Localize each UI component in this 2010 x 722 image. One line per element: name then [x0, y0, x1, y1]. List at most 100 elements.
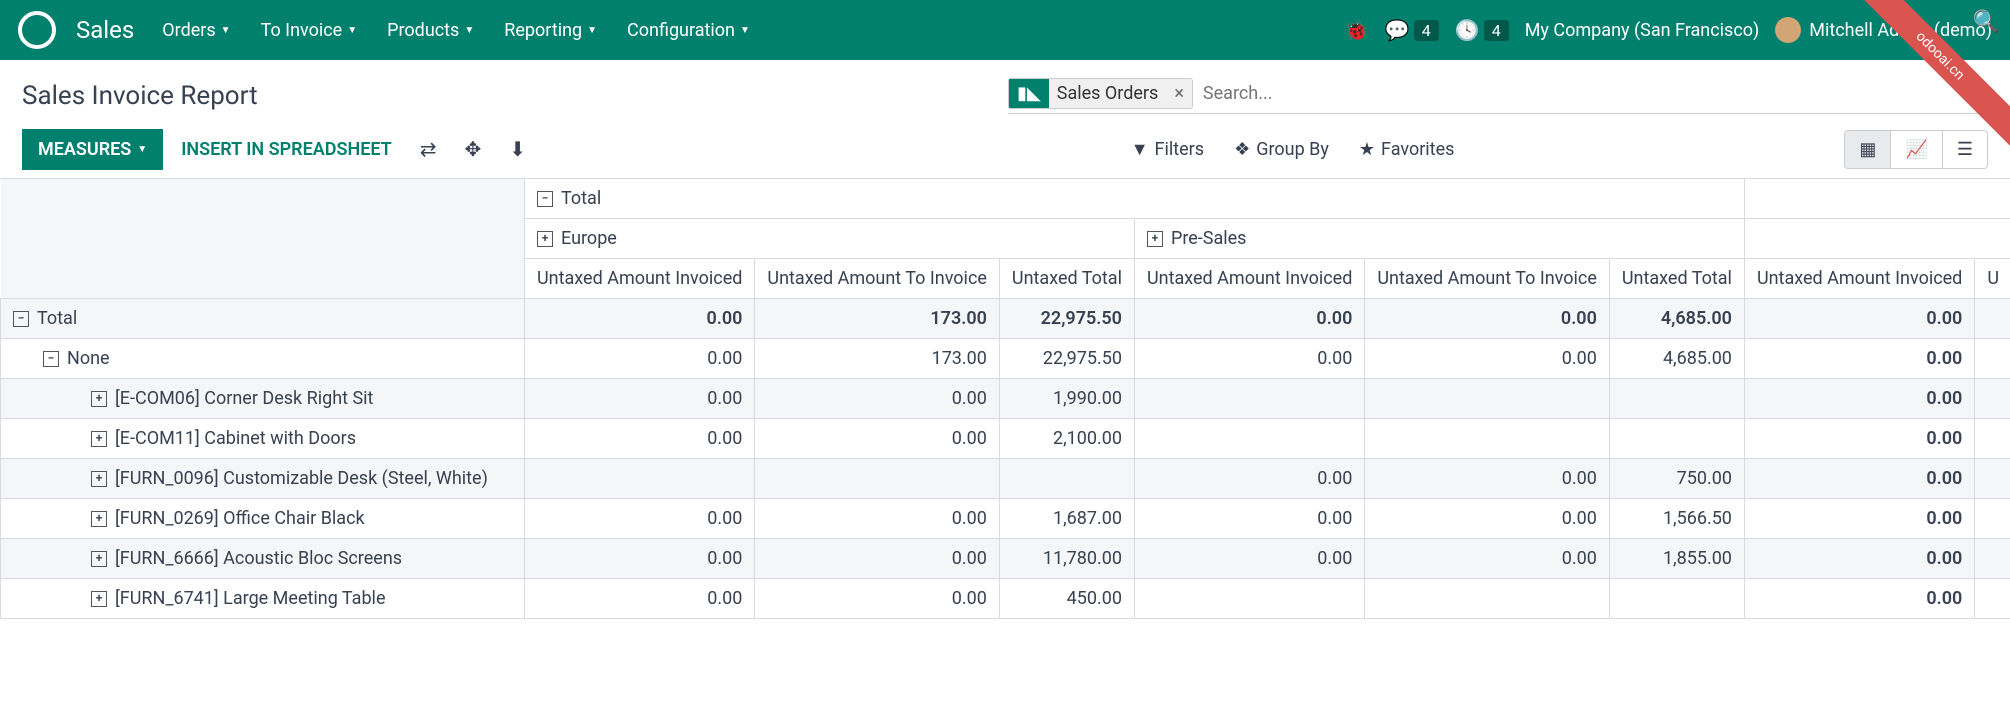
collapse-icon[interactable]: − — [13, 311, 29, 327]
measure-header[interactable]: Untaxed Amount Invoiced — [525, 259, 755, 299]
bug-icon[interactable]: 🐞 — [1344, 18, 1369, 42]
measure-header[interactable]: Untaxed Amount Invoiced — [1744, 259, 1974, 299]
expand-icon[interactable]: + — [91, 551, 107, 567]
row-header[interactable]: +[FURN_0096] Customizable Desk (Steel, W… — [1, 459, 525, 499]
measure-header[interactable]: Untaxed Total — [999, 259, 1134, 299]
activities-badge: 4 — [1484, 20, 1509, 41]
expand-icon[interactable]: + — [91, 471, 107, 487]
pivot-cell: 4,685.00 — [1609, 299, 1744, 339]
pivot-cell — [1134, 379, 1364, 419]
collapse-icon[interactable]: − — [537, 191, 553, 207]
pivot-cell: 0.00 — [525, 339, 755, 379]
pivot-cell: 0.00 — [525, 379, 755, 419]
row-header[interactable]: +[FURN_0269] Office Chair Black — [1, 499, 525, 539]
pivot-cell: 0.00 — [1134, 339, 1364, 379]
list-view-button[interactable]: ☰ — [1943, 131, 1987, 168]
row-header[interactable]: +[FURN_6666] Acoustic Bloc Screens — [1, 539, 525, 579]
star-icon: ★ — [1359, 139, 1375, 160]
favorites-button[interactable]: ★Favorites — [1359, 139, 1455, 160]
expand-icon[interactable]: + — [537, 231, 553, 247]
row-header[interactable]: −None — [1, 339, 525, 379]
col-extra — [1744, 179, 2010, 219]
activities-icon[interactable]: 🕓4 — [1455, 18, 1509, 42]
pivot-cell — [1609, 379, 1744, 419]
pivot-cell — [1134, 419, 1364, 459]
insert-spreadsheet-button[interactable]: INSERT IN SPREADSHEET — [181, 139, 392, 160]
pivot-cell — [1365, 419, 1610, 459]
measure-header[interactable]: Untaxed Amount Invoiced — [1134, 259, 1364, 299]
col-total[interactable]: −Total — [525, 179, 1745, 219]
measure-header[interactable]: Untaxed Amount To Invoice — [1365, 259, 1610, 299]
pivot-cell: 0.00 — [1744, 419, 1974, 459]
app-logo[interactable] — [18, 11, 56, 49]
pivot-table-wrap: −Total +Europe +Pre-Sales Untaxed Amount… — [0, 178, 2010, 619]
pivot-cell — [755, 459, 1000, 499]
pivot-cell: 0.00 — [1134, 499, 1364, 539]
row-header[interactable]: −Total — [1, 299, 525, 339]
row-header[interactable]: +[FURN_6741] Large Meeting Table — [1, 579, 525, 619]
pivot-cell — [1365, 579, 1610, 619]
pivot-cell: 0.00 — [1365, 539, 1610, 579]
pivot-view-button[interactable]: ▦ — [1845, 131, 1891, 168]
expand-icon[interactable]: + — [91, 591, 107, 607]
collapse-icon[interactable]: − — [43, 351, 59, 367]
pivot-cell: 0.00 — [525, 499, 755, 539]
pivot-cell: 173.00 — [755, 299, 1000, 339]
company-switcher[interactable]: My Company (San Francisco) — [1525, 20, 1760, 41]
expand-icon[interactable]: + — [1147, 231, 1163, 247]
funnel-icon: ▼ — [1131, 139, 1149, 160]
messages-icon[interactable]: 💬4 — [1385, 18, 1439, 42]
search-input[interactable] — [1203, 83, 1988, 104]
user-menu[interactable]: Mitchell Admin (demo) — [1775, 17, 1992, 43]
flip-axis-icon[interactable]: ⇄ — [420, 137, 437, 161]
pivot-cell: 0.00 — [525, 419, 755, 459]
expand-icon[interactable]: + — [91, 431, 107, 447]
pivot-cell: 22,975.50 — [999, 339, 1134, 379]
filter-icon: ▮◣ — [1009, 79, 1049, 108]
pivot-cell: 11,780.00 — [999, 539, 1134, 579]
pivot-cell: 0.00 — [1744, 539, 1974, 579]
measure-header-cut: U — [1975, 259, 2010, 299]
search-bar[interactable]: ▮◣ Sales Orders × — [1008, 78, 1988, 114]
pivot-cell — [1609, 579, 1744, 619]
col-group-europe[interactable]: +Europe — [525, 219, 1135, 259]
pivot-cell: 0.00 — [1365, 339, 1610, 379]
pivot-cell — [999, 459, 1134, 499]
measures-button[interactable]: MEASURES ▼ — [22, 129, 163, 170]
pivot-cell — [1365, 379, 1610, 419]
pivot-cell: 2,100.00 — [999, 419, 1134, 459]
graph-view-button[interactable]: 📈 — [1891, 131, 1942, 168]
groupby-button[interactable]: ❖Group By — [1234, 139, 1329, 160]
pivot-cell: 0.00 — [1744, 459, 1974, 499]
nav-products[interactable]: Products▼ — [387, 20, 474, 41]
pivot-cell: 0.00 — [1744, 499, 1974, 539]
col-group-presales[interactable]: +Pre-Sales — [1134, 219, 1744, 259]
search-icon[interactable]: 🔍 — [1973, 10, 2000, 35]
pivot-cell: 4,685.00 — [1609, 339, 1744, 379]
app-name[interactable]: Sales — [76, 16, 134, 44]
nav-configuration[interactable]: Configuration▼ — [627, 20, 750, 41]
nav-orders[interactable]: Orders▼ — [162, 20, 230, 41]
pivot-corner — [1, 179, 525, 299]
pivot-cell: 1,566.50 — [1609, 499, 1744, 539]
expand-all-icon[interactable]: ✥ — [465, 137, 482, 161]
filter-tag-remove[interactable]: × — [1166, 81, 1192, 106]
measure-header[interactable]: Untaxed Amount To Invoice — [755, 259, 1000, 299]
expand-icon[interactable]: + — [91, 511, 107, 527]
expand-icon[interactable]: + — [91, 391, 107, 407]
pivot-cell: 0.00 — [1134, 299, 1364, 339]
pivot-cell: 0.00 — [1365, 499, 1610, 539]
nav-to-invoice[interactable]: To Invoice▼ — [261, 20, 358, 41]
row-header[interactable]: +[E-COM11] Cabinet with Doors — [1, 419, 525, 459]
row-header[interactable]: +[E-COM06] Corner Desk Right Sit — [1, 379, 525, 419]
pivot-cell: 0.00 — [755, 579, 1000, 619]
pivot-table: −Total +Europe +Pre-Sales Untaxed Amount… — [0, 179, 2010, 619]
filters-button[interactable]: ▼Filters — [1131, 139, 1204, 160]
pivot-cell: 1,687.00 — [999, 499, 1134, 539]
measure-header[interactable]: Untaxed Total — [1609, 259, 1744, 299]
download-icon[interactable]: ⬇ — [509, 137, 526, 161]
pivot-cell: 750.00 — [1609, 459, 1744, 499]
nav-reporting[interactable]: Reporting▼ — [504, 20, 597, 41]
pivot-cell: 0.00 — [525, 579, 755, 619]
pivot-cell — [1609, 419, 1744, 459]
